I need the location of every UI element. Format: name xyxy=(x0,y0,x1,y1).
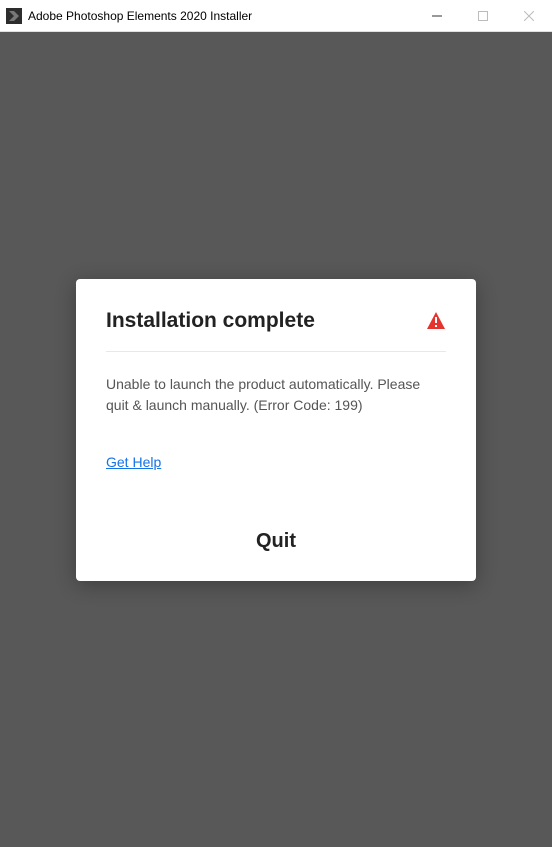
dialog-title: Installation complete xyxy=(106,309,315,333)
window-title: Adobe Photoshop Elements 2020 Installer xyxy=(28,9,414,23)
warning-icon xyxy=(426,311,446,331)
dialog-body: Unable to launch the product automatical… xyxy=(106,352,446,482)
dialog-header: Installation complete xyxy=(106,309,446,352)
window-titlebar: Adobe Photoshop Elements 2020 Installer xyxy=(0,0,552,32)
installer-body: Installation complete Unable to launch t… xyxy=(0,32,552,847)
close-button xyxy=(506,0,552,31)
maximize-button xyxy=(460,0,506,31)
get-help-link[interactable]: Get Help xyxy=(106,454,161,470)
completion-dialog: Installation complete Unable to launch t… xyxy=(76,279,476,581)
error-message: Unable to launch the product automatical… xyxy=(106,374,446,416)
app-icon xyxy=(6,8,22,24)
minimize-button[interactable] xyxy=(414,0,460,31)
quit-button[interactable]: Quit xyxy=(106,530,446,553)
window-controls xyxy=(414,0,552,31)
